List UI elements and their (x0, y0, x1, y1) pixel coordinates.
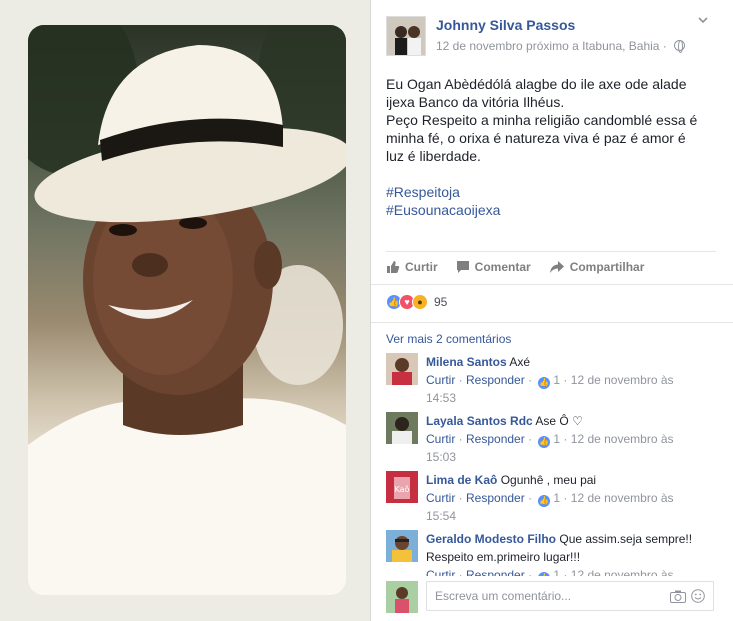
like-button[interactable]: Curtir (386, 260, 438, 274)
post-actions: Curtir Comentar Compartilhar (386, 258, 716, 276)
svg-text:Kaô: Kaô (395, 484, 410, 494)
share-label: Compartilhar (569, 260, 645, 274)
commenter-avatar[interactable]: Kaô (386, 471, 418, 503)
comment-label: Comentar (474, 260, 531, 274)
camera-icon[interactable] (670, 590, 686, 606)
commenter-name[interactable]: Geraldo Modesto Filho (426, 532, 556, 546)
commenter-name[interactable]: Lima de Kaô (426, 473, 497, 487)
photo-viewer (0, 0, 370, 621)
comment-like-count[interactable]: 1 (553, 373, 560, 387)
comment-like-count[interactable]: 1 (553, 432, 560, 446)
post-text-line: ijexa Banco da vitória Ilhéus. (386, 94, 565, 110)
comment-text: Ogunhê , meu pai (500, 473, 597, 487)
thumbs-up-icon (387, 261, 400, 273)
divider (371, 322, 733, 323)
divider (386, 251, 716, 252)
post-text-line: minha fé, o orixa é natureza viva é paz … (386, 130, 686, 146)
share-button[interactable]: Compartilhar (549, 260, 645, 274)
like-label: Curtir (405, 260, 438, 274)
comment-reply-link[interactable]: Responder (466, 491, 525, 505)
comment-like-count[interactable]: 1 (553, 568, 560, 576)
commenter-avatar[interactable] (386, 353, 418, 385)
wow-icon: ● (412, 294, 428, 310)
commenter-avatar[interactable] (386, 530, 418, 562)
post-meta[interactable]: 12 de novembro próximo a Itabuna, Bahia … (436, 39, 667, 53)
comment-like-link[interactable]: Curtir (426, 432, 455, 446)
comment-text: Axé (509, 355, 531, 369)
like-icon: 👍 (538, 495, 551, 507)
comment-like-link[interactable]: Curtir (426, 491, 455, 505)
comment-date[interactable]: 12 de novembro às (571, 491, 674, 505)
commenter-name[interactable]: Layala Santos Rdc (426, 414, 533, 428)
comment-like-link[interactable]: Curtir (426, 568, 455, 576)
comment-date[interactable]: 12 de novembro às (571, 568, 674, 576)
comment-reply-link[interactable]: Responder (466, 432, 525, 446)
comment-text: Ase Ô ♡ (535, 414, 583, 428)
comment-time[interactable]: 15:54 (426, 509, 456, 523)
like-icon: 👍 (538, 436, 551, 448)
hashtag-link[interactable]: #Respeitoja (386, 184, 460, 200)
comment-date[interactable]: 12 de novembro às (571, 432, 674, 446)
chevron-down-icon[interactable] (697, 13, 709, 29)
post-column: Johnny Silva Passos 12 de novembro próxi… (371, 0, 733, 621)
comment-like-link[interactable]: Curtir (426, 373, 455, 387)
comment-time[interactable]: 15:03 (426, 450, 456, 464)
post-text-line: Peço Respeito a minha religião candomblé… (386, 112, 698, 128)
divider (371, 284, 733, 285)
comment-composer (371, 576, 733, 621)
comment-text: Respeito em.primeiro lugar!!! (426, 550, 581, 564)
globe-icon (674, 40, 685, 53)
comment-like-count[interactable]: 1 (553, 491, 560, 505)
comment-reply-link[interactable]: Responder (466, 568, 525, 576)
post-text: Eu Ogan Abèdédólá alagbe do ile axe ode … (386, 75, 716, 219)
post-text-line: Eu Ogan Abèdédólá alagbe do ile axe ode … (386, 76, 687, 92)
comment-date[interactable]: 12 de novembro às (571, 373, 674, 387)
author-avatar[interactable] (386, 16, 426, 56)
hashtag-link[interactable]: #Eusounacaoijexa (386, 202, 500, 218)
comment-button[interactable]: Comentar (456, 260, 531, 274)
post-text-line: luz é liberdade. (386, 148, 481, 164)
author-name[interactable]: Johnny Silva Passos (436, 17, 575, 33)
view-more-comments-link[interactable]: Ver mais 2 comentários (386, 332, 511, 346)
comment-icon (456, 261, 469, 273)
current-user-avatar[interactable] (386, 581, 418, 613)
comment-time[interactable]: 14:53 (426, 391, 456, 405)
commenter-avatar[interactable] (386, 412, 418, 444)
reaction-count: 95 (434, 295, 448, 309)
comment-text: Que assim.seja sempre!! (559, 532, 693, 546)
reactions-summary[interactable]: 👍 ♥ ● 95 (386, 294, 447, 310)
comment-item: Geraldo Modesto Filho Que assim.seja sem… (386, 530, 716, 576)
emoji-icon[interactable] (691, 589, 705, 606)
photo-illustration (28, 25, 346, 595)
comment-reply-link[interactable]: Responder (466, 373, 525, 387)
commenter-name[interactable]: Milena Santos (426, 355, 507, 369)
share-icon (549, 261, 564, 273)
post-photo[interactable] (28, 25, 346, 595)
like-icon: 👍 (538, 377, 551, 389)
